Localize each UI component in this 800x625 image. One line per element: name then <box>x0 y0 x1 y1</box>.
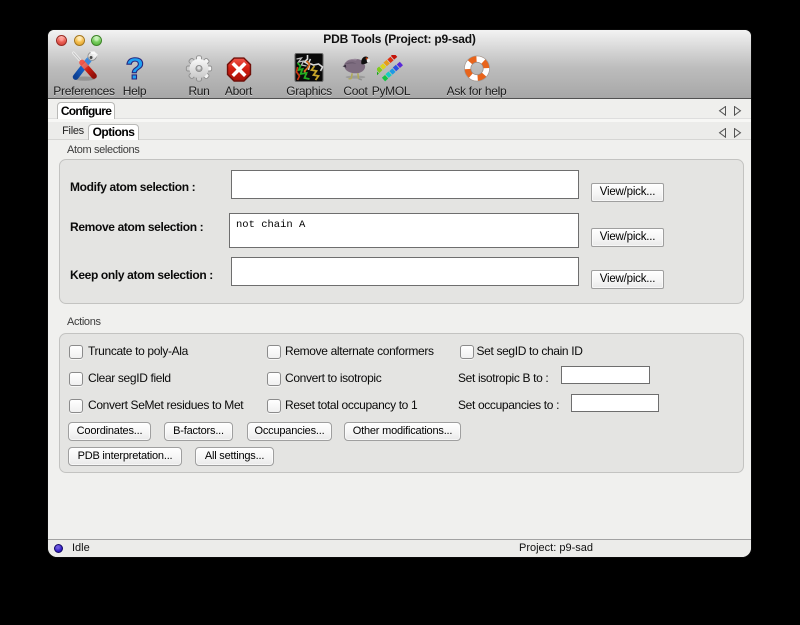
svg-text:?: ? <box>125 54 144 82</box>
